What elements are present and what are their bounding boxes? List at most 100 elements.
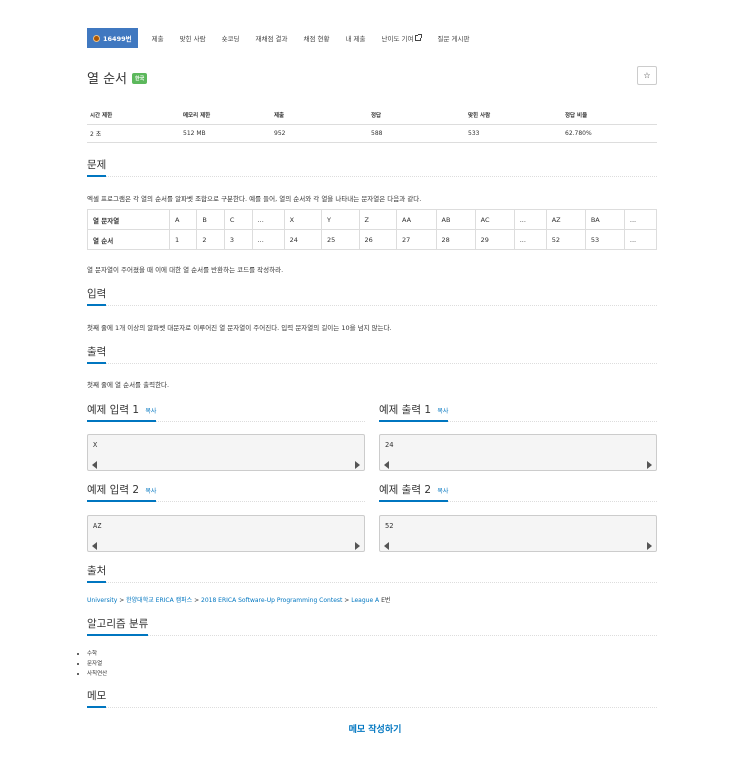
sample-title-text: 예제 출력 2 — [379, 484, 431, 496]
section-title: 메모 — [87, 688, 107, 708]
info-value: 512 MB — [180, 124, 271, 143]
row-label: 열 문자열 — [87, 209, 170, 230]
info-header: 제출 — [271, 107, 368, 125]
title-row: 열 순서 한국 ☆ — [87, 66, 657, 88]
table-cell: ... — [513, 209, 547, 230]
nav-difficulty-label: 난이도 기여 — [381, 35, 414, 43]
nav-solved-users[interactable]: 맞힌 사람 — [180, 28, 206, 48]
scroll-left-icon[interactable] — [384, 542, 389, 550]
tier-icon — [93, 34, 100, 42]
nav-submit[interactable]: 제출 — [152, 28, 164, 48]
section-problem: 문제 — [87, 157, 657, 177]
sample-output-1-header: 예제 출력 1 복사 — [379, 402, 657, 422]
section-title: 문제 — [87, 157, 107, 177]
scroll-left-icon[interactable] — [92, 542, 97, 550]
sample-input-1-value: X — [93, 441, 98, 449]
section-title: 출력 — [87, 344, 107, 364]
horizontal-scrollbar[interactable] — [380, 539, 656, 551]
section-title: 알고리즘 분류 — [87, 616, 149, 636]
table-cell: 2 — [196, 229, 225, 250]
sample-output-2-box[interactable]: 52 — [379, 515, 657, 552]
section-output: 출력 — [87, 344, 657, 364]
scroll-left-icon[interactable] — [384, 461, 389, 469]
info-header: 정답 비율 — [562, 107, 657, 125]
breadcrumb-separator: > — [194, 597, 201, 604]
table-cell: C — [223, 209, 253, 230]
copy-button[interactable]: 복사 — [145, 488, 156, 495]
nav-question-board[interactable]: 질문 게시판 — [437, 28, 469, 48]
sample-input-2-box[interactable]: AZ — [87, 515, 365, 552]
nav-short-coding[interactable]: 숏코딩 — [222, 28, 240, 48]
section-input: 입력 — [87, 286, 657, 306]
source-link-contest[interactable]: 2018 ERICA Software-Up Programming Conte… — [201, 597, 342, 604]
sample-title: 예제 입력 1 복사 — [87, 402, 157, 422]
nav-status[interactable]: 채점 현황 — [303, 28, 329, 48]
table-cell: 52 — [545, 229, 586, 250]
row-label: 열 순서 — [87, 229, 170, 250]
sample-output-1-box[interactable]: 24 — [379, 434, 657, 471]
horizontal-scrollbar[interactable] — [380, 458, 656, 470]
scroll-right-icon[interactable] — [355, 461, 360, 469]
sample-title-text: 예제 입력 1 — [87, 404, 139, 416]
info-header: 시간 제한 — [87, 107, 180, 125]
table-cell: 53 — [584, 229, 625, 250]
table-cell: 29 — [474, 229, 515, 250]
sample-input-2-value: AZ — [93, 522, 102, 530]
copy-button[interactable]: 복사 — [145, 408, 156, 415]
sample-input-2-header: 예제 입력 2 복사 — [87, 482, 365, 502]
table-cell: AA — [395, 209, 437, 230]
source-problem-id: E번 — [381, 597, 391, 604]
nav-problem-number[interactable]: 16499번 — [87, 28, 138, 48]
table-cell: Z — [358, 209, 397, 230]
info-value: 952 — [271, 124, 368, 143]
scroll-right-icon[interactable] — [355, 542, 360, 550]
horizontal-scrollbar[interactable] — [88, 458, 364, 470]
algorithm-tag[interactable]: 문자열 — [76, 659, 107, 669]
external-link-icon — [415, 34, 423, 41]
table-cell: 1 — [168, 229, 198, 250]
table-cell: 26 — [358, 229, 397, 250]
source-link-university[interactable]: University — [87, 597, 117, 604]
favorite-button[interactable]: ☆ — [637, 66, 657, 85]
algorithm-tag[interactable]: 사칙연산 — [76, 669, 107, 679]
problem-nav: 16499번 제출 맞힌 사람 숏코딩 재채점 결과 채점 현황 내 제출 난이… — [87, 28, 485, 48]
sample-title-text: 예제 입력 2 — [87, 484, 139, 496]
source-link-league[interactable]: League A — [351, 597, 379, 604]
sample-input-1-box[interactable]: X — [87, 434, 365, 471]
section-title: 출처 — [87, 563, 107, 583]
section-algorithm: 알고리즘 분류 — [87, 616, 657, 636]
info-header-row: 시간 제한 메모리 제한 제출 정답 맞힌 사람 정답 비율 — [87, 107, 657, 125]
sample-input-1-header: 예제 입력 1 복사 — [87, 402, 365, 422]
star-icon: ☆ — [643, 71, 651, 80]
table-cell: AZ — [545, 209, 586, 230]
algorithm-tag[interactable]: 수학 — [76, 649, 107, 659]
scroll-right-icon[interactable] — [647, 542, 652, 550]
column-order-table: 열 문자열 A B C ... X Y Z AA AB AC ... AZ BA… — [87, 209, 658, 250]
page: 16499번 제출 맞힌 사람 숏코딩 재채점 결과 채점 현황 내 제출 난이… — [0, 0, 750, 776]
sample-output-1-value: 24 — [385, 441, 394, 449]
table-cell: Y — [321, 209, 360, 230]
nav-my-submissions[interactable]: 내 제출 — [345, 28, 365, 48]
problem-title: 열 순서 — [87, 72, 128, 87]
language-badge: 한국 — [132, 73, 148, 84]
table-cell: ... — [623, 229, 658, 250]
table-cell: ... — [251, 209, 285, 230]
info-value: 533 — [465, 124, 562, 143]
problem-intro-text: 엑셀 프로그램은 각 열의 순서를 알파벳 조합으로 구분한다. 예를 들어, … — [87, 195, 422, 203]
scroll-left-icon[interactable] — [92, 461, 97, 469]
table-cell: ... — [513, 229, 547, 250]
write-memo-link[interactable]: 메모 작성하기 — [0, 722, 750, 735]
copy-button[interactable]: 복사 — [437, 408, 448, 415]
sample-title-text: 예제 출력 1 — [379, 404, 431, 416]
copy-button[interactable]: 복사 — [437, 488, 448, 495]
table-cell: X — [283, 209, 323, 230]
source-link-school[interactable]: 한양대학교 ERICA 캠퍼스 — [126, 597, 192, 604]
nav-rejudge-results[interactable]: 재채점 결과 — [256, 28, 288, 48]
input-description: 첫째 줄에 1개 이상의 알파벳 대문자로 이루어진 열 문자열이 주어진다. … — [87, 324, 392, 332]
table-cell: 27 — [395, 229, 437, 250]
nav-difficulty-contribution[interactable]: 난이도 기여 — [381, 28, 423, 48]
problem-after-text: 열 문자열이 주어졌을 때 이에 대한 열 순서를 반환하는 코드를 작성하라. — [87, 266, 284, 274]
scroll-right-icon[interactable] — [647, 461, 652, 469]
horizontal-scrollbar[interactable] — [88, 539, 364, 551]
table-cell: A — [168, 209, 198, 230]
